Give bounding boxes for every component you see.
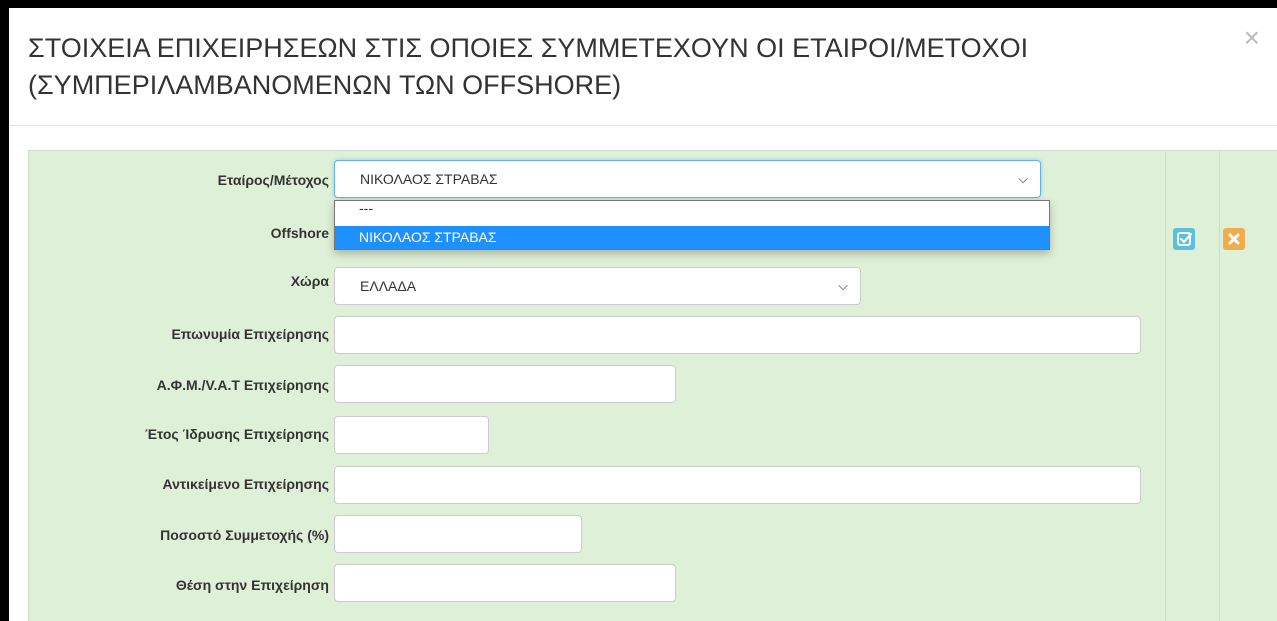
modal-header: ΣΤΟΙΧΕΙΑ ΕΠΙΧΕΙΡΗΣΕΩΝ ΣΤΙΣ ΟΠΟΙΕΣ ΣΥΜΜΕΤ…	[9, 8, 1277, 126]
country-label: Χώρα	[290, 273, 329, 289]
partner-dropdown[interactable]: --- ΝΙΚΟΛΑΟΣ ΣΤΡΑΒΑΣ	[334, 200, 1050, 250]
participation-input[interactable]	[334, 515, 582, 553]
position-label: Θέση στην Επιχείρηση	[175, 577, 329, 593]
partner-select-value: ΝΙΚΟΛΑΟΣ ΣΤΡΑΒΑΣ	[360, 171, 498, 187]
position-input[interactable]	[334, 564, 676, 602]
vat-label: Α.Φ.Μ./V.A.T Επιχείρησης	[156, 377, 329, 393]
founding-year-label: Έτος Ίδρυσης Επιχείρησης	[145, 426, 329, 442]
modal-dialog: ΣΤΟΙΧΕΙΑ ΕΠΙΧΕΙΡΗΣΕΩΝ ΣΤΙΣ ΟΠΟΙΕΣ ΣΥΜΜΕΤ…	[9, 8, 1277, 621]
offshore-label: Offshore	[270, 225, 329, 241]
company-name-label: Επωνυμία Επιχείρησης	[171, 326, 329, 342]
delete-x-icon[interactable]	[1223, 228, 1245, 250]
edit-check-icon[interactable]	[1173, 228, 1195, 250]
modal-title: ΣΤΟΙΧΕΙΑ ΕΠΙΧΕΙΡΗΣΕΩΝ ΣΤΙΣ ΟΠΟΙΕΣ ΣΥΜΜΕΤ…	[28, 33, 1029, 100]
business-object-input[interactable]	[334, 466, 1141, 504]
dropdown-option-selected[interactable]: ΝΙΚΟΛΑΟΣ ΣΤΡΑΒΑΣ	[335, 226, 1049, 249]
column-divider	[1219, 151, 1220, 621]
vat-input[interactable]	[334, 365, 676, 403]
country-select[interactable]: ΕΛΛΑΔΑ ⌵	[334, 267, 861, 305]
column-divider	[1165, 151, 1166, 621]
chevron-down-icon: ⌵	[838, 278, 848, 293]
close-button[interactable]: ×	[1244, 24, 1260, 52]
participation-label: Ποσοστό Συμμετοχής (%)	[160, 527, 329, 543]
founding-year-input[interactable]	[334, 416, 489, 454]
company-name-input[interactable]	[334, 316, 1141, 354]
business-object-label: Αντικείμενο Επιχείρησης	[162, 476, 329, 492]
partner-label: Εταίρος/Μέτοχος	[217, 172, 329, 188]
dropdown-option-empty[interactable]: ---	[335, 201, 1049, 226]
country-select-value: ΕΛΛΑΔΑ	[360, 278, 417, 294]
chevron-down-icon: ⌵	[1018, 171, 1028, 186]
partner-select[interactable]: ΝΙΚΟΛΑΟΣ ΣΤΡΑΒΑΣ ⌵	[334, 160, 1041, 198]
form-row: Εταίρος/Μέτοχος ΝΙΚΟΛΑΟΣ ΣΤΡΑΒΑΣ ⌵ --- Ν…	[28, 150, 1277, 621]
